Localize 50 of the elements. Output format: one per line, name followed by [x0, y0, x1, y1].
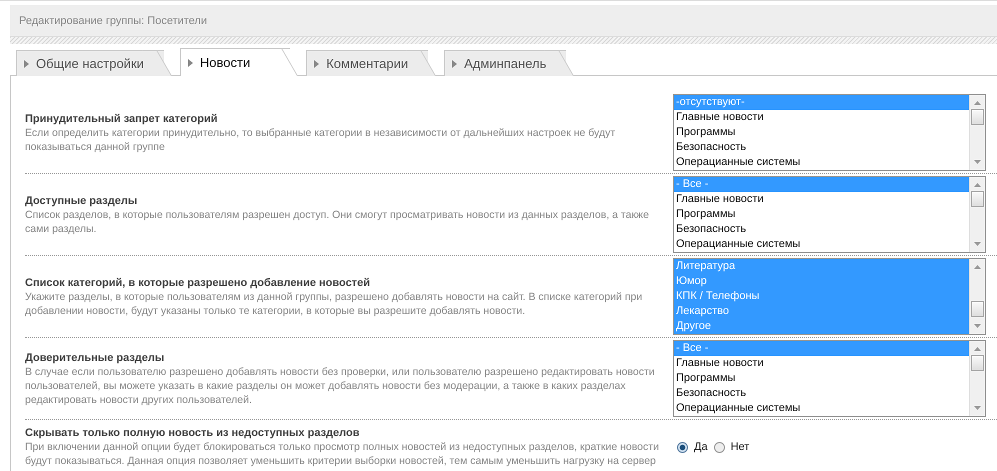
scroll-up-icon[interactable] [974, 265, 981, 269]
triangle-icon [188, 58, 193, 66]
list-box[interactable]: - Все - Главные новости Программы Безопасность Операцианные системы [673, 340, 986, 417]
list-box[interactable]: - Все - Главные новости Программы Безопасность Операцианные системы [673, 176, 986, 253]
scrollbar[interactable] [969, 177, 985, 252]
scrollbar[interactable] [969, 341, 985, 416]
scrollbar-thumb[interactable] [971, 301, 984, 317]
scroll-up-icon[interactable] [974, 183, 981, 187]
scroll-down-icon[interactable] [974, 242, 981, 246]
scroll-down-icon[interactable] [974, 324, 981, 328]
setting-title: Список категорий, в которые разрешено добавление новостей [25, 276, 371, 290]
scroll-up-icon[interactable] [974, 347, 981, 351]
setting-title: Доступные разделы [25, 194, 138, 208]
list-option[interactable]: Операцианные системы [674, 155, 969, 170]
radio-label[interactable]: Да [694, 441, 708, 453]
setting-description: Список разделов, в которые пользователям разрешен доступ. Они смогут просматривать новости из данных разделов, а также сами разделы. [25, 208, 650, 236]
setting-description: В случае если пользователю разрешено добавлять новости без проверки, или пользователю разрешено редактировать новости пользователей, вы можете указать в какие разделы он может добавлять новости без модерации, а также в каких разделах редактировать новости других пользователей. [25, 364, 656, 406]
radio-button[interactable] [714, 442, 725, 452]
scroll-down-icon[interactable] [974, 406, 981, 410]
list-option[interactable]: Главные новости [674, 356, 969, 371]
scrollbar[interactable] [969, 259, 985, 334]
setting-description: При включении данной опции будет блокироваться только просмотр полных новостей из недоступных разделов, краткие новости будут показываться. Данная опция позволяет уменьшить критерии выборки новостей, тем самым уменьшить нагрузку на сервер [25, 440, 660, 468]
triangle-icon [24, 60, 29, 68]
list-option[interactable]: Программы [674, 207, 969, 222]
page-title: Редактирование группы: Посетители [19, 14, 207, 26]
scroll-up-icon[interactable] [974, 101, 981, 105]
list-option[interactable]: Программы [674, 371, 969, 386]
list-option[interactable]: Операцианные системы [674, 237, 969, 252]
list-option[interactable]: Главные новости [674, 110, 969, 125]
scroll-down-icon[interactable] [974, 160, 981, 164]
setting-description: Укажите разделы, в которые пользователям из данной группы, разрешено добавлять новости на сайт. В списке категорий при добавлении новости, будут указаны только те категории, в которые вы разрешите добавлять новости. [25, 290, 644, 318]
setting-description: Если определить категории принудительно, то выбранные категории в независимости от дальнейших настроек не будут показываться данной группе [25, 126, 616, 154]
list-option[interactable]: Безопасность [674, 386, 969, 401]
radio-label[interactable]: Нет [730, 441, 750, 453]
list-option[interactable]: Безопасность [674, 140, 969, 155]
list-option[interactable]: Безопасность [674, 222, 969, 237]
scrollbar-thumb[interactable] [971, 355, 984, 371]
radio-button[interactable] [677, 442, 688, 452]
setting-title: Скрывать только полную новость из недоступных разделов [25, 426, 360, 440]
setting-title: Принудительный запрет категорий [25, 112, 218, 126]
scrollbar-thumb[interactable] [971, 109, 984, 125]
triangle-icon [314, 60, 320, 68]
setting-title: Доверительные разделы [25, 350, 166, 364]
list-option[interactable]: Операцианные системы [674, 401, 969, 416]
list-option[interactable]: Программы [674, 125, 969, 140]
triangle-icon [452, 60, 458, 68]
scrollbar[interactable] [969, 95, 985, 170]
list-box[interactable]: -отсутствуют- Главные новости Программы Безопасность Операцианные системы [673, 94, 986, 171]
list-option[interactable]: Главные новости [674, 192, 969, 207]
scrollbar-thumb[interactable] [971, 191, 984, 207]
